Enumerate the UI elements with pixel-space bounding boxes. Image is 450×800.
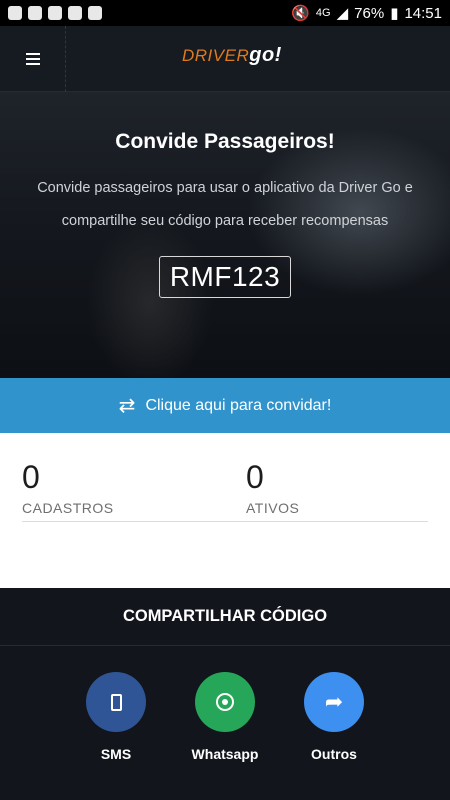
- divider: [22, 521, 428, 522]
- share-section: COMPARTILHAR CÓDIGO SMS Whatsapp ➦ Outro…: [0, 588, 450, 800]
- share-others-label: Outros: [311, 746, 357, 762]
- invite-hero: Convide Passageiros! Convide passageiros…: [0, 92, 450, 378]
- usb-icon: [8, 6, 22, 20]
- battery-percent: 76%: [354, 4, 385, 22]
- stat-label: CADASTROS: [22, 500, 114, 516]
- stat-ativos: 0 ATIVOS: [246, 459, 299, 516]
- whatsapp-circle[interactable]: [195, 672, 255, 732]
- share-icon: ➦: [324, 689, 344, 714]
- share-whatsapp-button[interactable]: Whatsapp: [175, 672, 275, 762]
- stats-panel: 0 CADASTROS 0 ATIVOS: [0, 433, 450, 588]
- download-notification-icon: [88, 6, 102, 20]
- stat-value: 0: [22, 459, 40, 495]
- repeat-icon: ⇄: [118, 394, 136, 417]
- invite-button[interactable]: ⇄ Clique aqui para convidar!: [0, 378, 450, 433]
- app-bar: DRIVERgo!: [0, 25, 450, 92]
- whatsapp-icon: [216, 693, 234, 711]
- stat-cadastros: 0 CADASTROS: [22, 459, 114, 516]
- hero-description: Convide passageiros para usar o aplicati…: [37, 180, 413, 229]
- hamburger-icon: [25, 52, 40, 65]
- signal-icon: ◢: [336, 5, 349, 22]
- notification-icons: [8, 6, 102, 20]
- share-sms-button[interactable]: SMS: [66, 672, 166, 762]
- gallery-notification-icon: [48, 6, 62, 20]
- invite-button-label: Clique aqui para convidar!: [145, 396, 332, 414]
- share-others-button[interactable]: ➦ Outros: [284, 672, 384, 762]
- logo-go-text: go!: [249, 44, 282, 66]
- menu-button[interactable]: [0, 25, 66, 92]
- sms-circle[interactable]: [86, 672, 146, 732]
- share-sms-label: SMS: [100, 746, 132, 762]
- battery-icon: ▮: [390, 5, 399, 22]
- share-title: COMPARTILHAR CÓDIGO: [0, 588, 450, 646]
- share-whatsapp-label: Whatsapp: [191, 746, 259, 762]
- whatsapp-notification-icon: [28, 6, 42, 20]
- stat-label: ATIVOS: [246, 500, 300, 516]
- network-type: 4G: [315, 7, 331, 19]
- status-bar: 🔇 4G ◢ 76% ▮ 14:51: [0, 0, 450, 26]
- stat-value: 0: [246, 459, 264, 495]
- referral-code[interactable]: RMF123: [158, 256, 292, 298]
- app-logo: DRIVERgo!: [182, 44, 282, 67]
- clock: 14:51: [404, 4, 442, 22]
- sync-notification-icon: [68, 6, 82, 20]
- others-circle[interactable]: ➦: [304, 672, 364, 732]
- logo-driver-text: DRIVER: [182, 46, 250, 65]
- mute-icon: 🔇: [291, 5, 310, 22]
- hero-title: Convide Passageiros!: [115, 130, 335, 153]
- phone-icon: [110, 693, 122, 711]
